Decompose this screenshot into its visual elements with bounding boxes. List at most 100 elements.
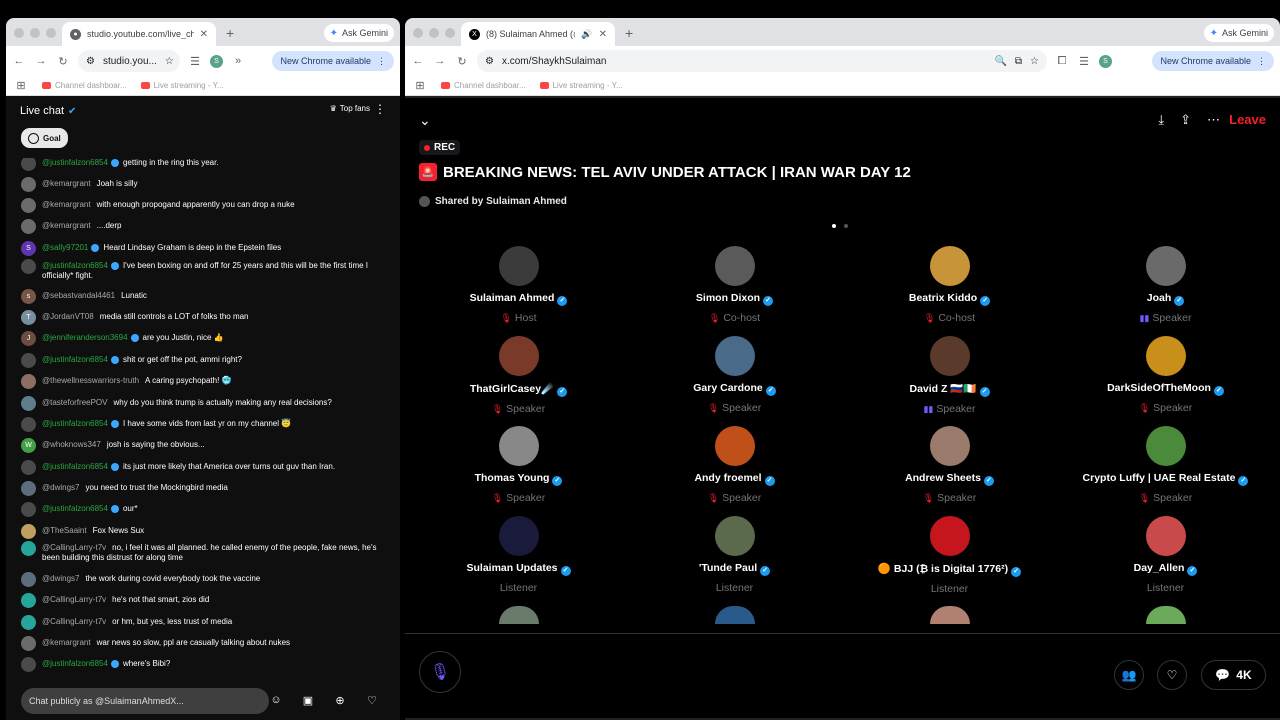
chat-avatar[interactable]: J [21, 331, 36, 346]
chat-avatar[interactable]: W [21, 438, 36, 453]
chat-avatar[interactable] [21, 615, 36, 630]
chat-avatar[interactable] [21, 524, 36, 539]
participant[interactable]: 🟠 BJJ (₿ is Digital 1776²) ✓ Listener [842, 516, 1057, 595]
participant[interactable]: Crypto Luffy | UAE Real Estate ✓ 🎙 Speaker [1058, 426, 1273, 504]
window-zoom-button[interactable] [46, 28, 56, 38]
forward-icon[interactable]: → [34, 55, 48, 67]
chat-author[interactable]: @justinfalzon6854 [42, 462, 108, 471]
new-tab-button[interactable]: + [226, 25, 234, 41]
chat-avatar[interactable]: s [21, 289, 36, 304]
chat-author[interactable]: @kemargrant [42, 179, 91, 188]
chat-author[interactable]: @whoknows347 [42, 440, 101, 449]
cast-icon[interactable]: ☰ [188, 55, 202, 68]
chat-input[interactable]: Chat publicly as @SulaimanAhmedX... [21, 688, 269, 714]
participant[interactable]: ThatGirlCasey☄️ ✓ 🎙 Speaker [411, 336, 626, 415]
comments-button[interactable]: 💬 4K [1201, 660, 1266, 690]
chat-author[interactable]: @CallingLarry-t7v [42, 617, 106, 626]
apps-grid-icon[interactable]: ⊞ [413, 79, 427, 92]
chat-author[interactable]: @CallingLarry-t7v [42, 543, 106, 552]
super-chat-icon[interactable]: ▣ [300, 694, 316, 707]
chat-author[interactable]: @CallingLarry-t7v [42, 595, 106, 604]
window-close-button[interactable] [14, 28, 24, 38]
new-chrome-button[interactable]: New Chrome available ⋮ [1152, 51, 1274, 71]
bookmark-star-icon[interactable]: ☆ [1030, 56, 1039, 67]
participant[interactable]: Sulaiman Updates ✓ Listener [411, 516, 626, 594]
chat-avatar[interactable] [21, 502, 36, 517]
participant[interactable]: Sulaiman Ahmed ✓ 🎙 Host [411, 246, 626, 324]
emoji-icon[interactable]: ☺ [268, 694, 284, 707]
bookmark-channel-dashboard[interactable]: Channel dashboar... [441, 81, 526, 90]
bookmark-channel-dashboard[interactable]: Channel dashboar... [42, 81, 127, 90]
chevrons-icon[interactable]: » [231, 55, 245, 67]
chat-author[interactable]: @tasteforfreePOV [42, 398, 107, 407]
bookmark-live-streaming[interactable]: Live streaming - Y... [539, 81, 623, 90]
participant[interactable]: Thomas Young ✓ 🎙 Speaker [411, 426, 626, 504]
top-fans-button[interactable]: ♛ Top fans [330, 104, 370, 113]
heart-icon[interactable]: ♡ [364, 694, 380, 707]
microphone-button[interactable]: 🎙 [419, 651, 461, 693]
chat-avatar[interactable] [21, 541, 36, 556]
new-chrome-button[interactable]: New Chrome available ⋮ [272, 51, 394, 71]
chat-avatar[interactable] [21, 219, 36, 234]
reactions-button[interactable]: ♡ [1157, 660, 1187, 690]
chat-author[interactable]: @justinfalzon6854 [42, 504, 108, 513]
new-tab-button[interactable]: + [625, 25, 633, 41]
participant[interactable]: Joah ✓ ▮▮ Speaker [1058, 246, 1273, 324]
chat-avatar[interactable] [21, 396, 36, 411]
chat-author[interactable]: @thewellnesswarriors-truth [42, 376, 139, 385]
profile-avatar[interactable]: S [210, 54, 223, 68]
participant[interactable]: Beatrix Kiddo ✓ 🎙 Co-host [842, 246, 1057, 324]
chat-avatar[interactable] [21, 353, 36, 368]
chat-author[interactable]: @dwings7 [42, 574, 79, 583]
ask-gemini-button[interactable]: ✦ Ask Gemini [1203, 24, 1274, 42]
participant[interactable]: 'Tunde Paul ✓ Listener [627, 516, 842, 594]
tab-x[interactable]: X (8) Sulaiman Ahmed (@Sh 🔊 ✕ [461, 22, 615, 46]
participant[interactable]: David Z 🇷🇺🇮🇪 ✓ ▮▮ Speaker [842, 336, 1057, 415]
chat-avatar[interactable] [21, 198, 36, 213]
chat-avatar[interactable] [21, 572, 36, 587]
reload-icon[interactable]: ↻ [455, 55, 469, 68]
bookmark-live-streaming[interactable]: Live streaming - Y... [140, 81, 224, 90]
chat-avatar[interactable] [21, 259, 36, 274]
back-icon[interactable]: ← [12, 55, 26, 67]
reload-icon[interactable]: ↻ [56, 55, 70, 68]
chat-avatar[interactable] [21, 158, 36, 171]
participant[interactable]: Andrew Sheets ✓ 🎙 Speaker [842, 426, 1057, 504]
participant[interactable]: Gary Cardone ✓ 🎙 Speaker [627, 336, 842, 414]
more-menu-icon[interactable]: ⋮ [377, 56, 386, 67]
ask-gemini-button[interactable]: ✦ Ask Gemini [323, 24, 394, 42]
back-icon[interactable]: ← [411, 55, 425, 67]
window-minimize-button[interactable] [30, 28, 40, 38]
chat-avatar[interactable] [21, 374, 36, 389]
window-minimize-button[interactable] [429, 28, 439, 38]
chat-avatar[interactable]: S [21, 241, 36, 256]
close-tab-icon[interactable]: ✕ [599, 29, 607, 40]
install-icon[interactable]: ⧉ [1015, 56, 1022, 67]
participant[interactable]: Simon Dixon ✓ 🎙 Co-host [627, 246, 842, 324]
extensions-icon[interactable]: ⧠ [1055, 55, 1069, 68]
chat-author[interactable]: @kemargrant [42, 200, 91, 209]
speaker-icon[interactable]: 🔊 [581, 29, 592, 40]
add-icon[interactable]: ⊕ [332, 694, 348, 707]
tab-studio[interactable]: ● studio.youtube.com/live_cha ✕ [62, 22, 216, 46]
chat-author[interactable]: @dwings7 [42, 483, 79, 492]
chat-author[interactable]: @kemargrant [42, 221, 91, 230]
window-close-button[interactable] [413, 28, 423, 38]
more-menu-icon[interactable]: ⋮ [1257, 56, 1266, 67]
cast-icon[interactable]: ☰ [1077, 55, 1091, 68]
leave-button[interactable]: Leave [1229, 112, 1266, 127]
chat-avatar[interactable] [21, 481, 36, 496]
chat-avatar[interactable] [21, 177, 36, 192]
address-bar[interactable]: ⚙ x.com/ShaykhSulaiman 🔍 ⧉ ☆ [477, 50, 1047, 72]
close-tab-icon[interactable]: ✕ [200, 29, 208, 40]
chat-author[interactable]: @justinfalzon6854 [42, 158, 108, 167]
share-icon[interactable]: ⇪ [1180, 112, 1191, 128]
chat-message-list[interactable]: @justinfalzon6854 getting in the ring thi… [6, 158, 400, 688]
shared-by[interactable]: Shared by Sulaiman Ahmed [419, 196, 567, 207]
profile-avatar[interactable]: S [1099, 54, 1112, 68]
chat-avatar[interactable] [21, 636, 36, 651]
chevron-down-icon[interactable]: ⌄ [419, 112, 431, 129]
address-bar[interactable]: ⚙ studio.you... ☆ [78, 50, 180, 72]
chat-author[interactable]: @justinfalzon6854 [42, 355, 108, 364]
chat-avatar[interactable] [21, 417, 36, 432]
